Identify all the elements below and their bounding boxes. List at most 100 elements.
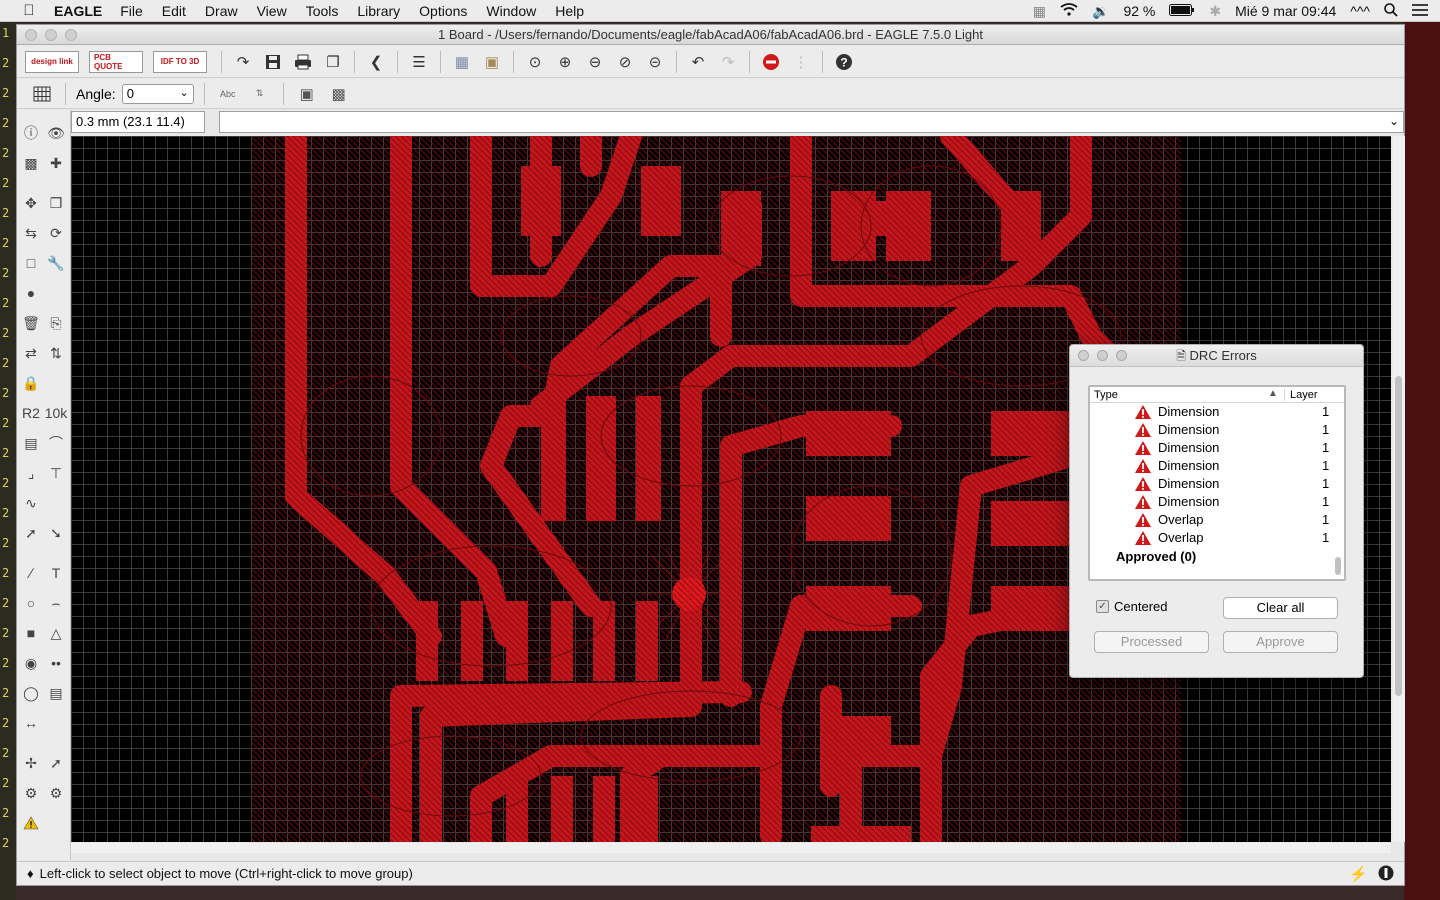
replace-icon[interactable]: ⇄ [20, 342, 42, 364]
arc-icon[interactable]: ⌢ [45, 592, 67, 614]
show-icon[interactable]: 👁 [45, 122, 67, 144]
split-icon[interactable]: ⌟ [20, 462, 42, 484]
signal-icon[interactable]: •• [45, 652, 67, 674]
miter-icon[interactable]: ⌒ [45, 432, 67, 454]
error-row[interactable]: Dimension 1 [1090, 493, 1344, 511]
clock[interactable]: Mié 9 mar 09:44 [1235, 3, 1336, 19]
menu-help[interactable]: Help [555, 3, 584, 19]
vertical-scrollbar[interactable] [1393, 136, 1405, 842]
pinswap-icon[interactable]: ⇅ [45, 342, 67, 364]
lock-icon[interactable]: 🔒 [20, 372, 42, 394]
redraw-icon[interactable]: ⊘ [612, 50, 638, 74]
menu-file[interactable]: File [120, 3, 143, 19]
error-row[interactable]: Overlap 1 [1090, 529, 1344, 547]
approved-group[interactable]: Approved (0) [1116, 549, 1196, 564]
dialog-close-button[interactable] [1078, 350, 1089, 361]
cam-processor-icon[interactable]: ❐ [320, 50, 346, 74]
mark-icon[interactable]: ✚ [45, 152, 67, 174]
horizontal-scrollbar[interactable] [71, 843, 1391, 853]
snap-off-icon[interactable]: ▩ [326, 82, 352, 106]
erc-icon[interactable]: ⚙ [20, 782, 42, 804]
zoom-fit-icon[interactable]: ⊙ [522, 50, 548, 74]
value-icon[interactable]: 10k [45, 402, 68, 424]
zoom-out-icon[interactable]: ⊖ [582, 50, 608, 74]
zoom-in-icon[interactable]: ⊕ [552, 50, 578, 74]
save-icon[interactable] [260, 50, 286, 74]
font-status-icon[interactable]: ▦ [1033, 3, 1046, 20]
grid-icon[interactable] [29, 82, 55, 106]
power-bolt-icon[interactable]: ⚡ [1349, 865, 1368, 885]
text-icon[interactable]: T [45, 562, 67, 584]
redo-icon[interactable]: ↷ [715, 50, 741, 74]
wire-icon[interactable]: ∕ [20, 562, 42, 584]
pcb-quote-button[interactable]: PCB QUOTE [89, 50, 143, 73]
angle-select[interactable]: 0 ⌄ [121, 83, 194, 104]
attribute-icon[interactable]: ▤ [45, 682, 67, 704]
wifi-icon[interactable] [1060, 3, 1078, 19]
error-row[interactable]: Dimension 1 [1090, 457, 1344, 475]
stop-status-icon[interactable] [1378, 865, 1394, 885]
menu-edit[interactable]: Edit [162, 3, 186, 19]
rotate-icon[interactable]: ⟳ [45, 222, 67, 244]
smash-icon[interactable]: ▤ [20, 432, 42, 454]
hole-icon[interactable]: ◯ [20, 682, 42, 704]
mirror-tool-icon[interactable]: ⇆ [20, 222, 42, 244]
idf-to-3d-button[interactable]: IDF TO 3D [153, 50, 207, 73]
dialog-zoom-button[interactable] [1116, 350, 1127, 361]
clear-all-button[interactable]: Clear all [1223, 597, 1338, 619]
snap-on-icon[interactable]: ▣ [294, 82, 320, 106]
via-icon[interactable]: ◉ [20, 652, 42, 674]
processed-button[interactable]: Processed [1094, 631, 1209, 653]
approve-button[interactable]: Approve [1223, 631, 1338, 653]
dimension-icon[interactable]: ↔ [20, 712, 42, 734]
errors-warning-icon[interactable] [20, 812, 42, 834]
polygon-icon[interactable]: △ [45, 622, 67, 644]
name-icon[interactable]: R2 [20, 402, 42, 424]
optimize-icon[interactable]: ⊤ [45, 462, 67, 484]
print-icon[interactable] [290, 50, 316, 74]
list-scrollbar-thumb[interactable] [1335, 557, 1341, 575]
rect-icon[interactable]: ■ [20, 622, 42, 644]
column-header-type[interactable]: Type [1094, 389, 1118, 401]
change-icon[interactable]: 🔧 [45, 252, 67, 274]
mirror-icon[interactable]: Abc [215, 82, 241, 106]
error-row[interactable]: Overlap 1 [1090, 511, 1344, 529]
info-icon[interactable]: ⓘ [20, 122, 42, 144]
design-link-button[interactable]: design link [25, 50, 79, 73]
scrollbar-thumb[interactable] [1395, 376, 1402, 696]
help-icon[interactable]: ? [831, 50, 857, 74]
menu-tools[interactable]: Tools [306, 3, 339, 19]
app-menu-eagle[interactable]: EAGLE [54, 3, 102, 19]
command-line-input[interactable]: ⌄ [219, 111, 1404, 133]
delete-icon[interactable]: 🗑 [20, 312, 42, 334]
copy-icon[interactable]: ❐ [45, 192, 67, 214]
zoom-area-icon[interactable]: ⊝ [642, 50, 668, 74]
paste-icon[interactable]: ● [20, 282, 42, 304]
ratsnest-icon[interactable]: ✢ [20, 752, 42, 774]
error-row[interactable]: Dimension 1 [1090, 439, 1344, 457]
script-icon[interactable]: ❮ [363, 50, 389, 74]
circle-icon[interactable]: ○ [20, 592, 42, 614]
menu-view[interactable]: View [257, 3, 287, 19]
dialog-minimize-button[interactable] [1097, 350, 1108, 361]
zoom-window-button[interactable] [65, 29, 77, 41]
menu-library[interactable]: Library [357, 3, 400, 19]
board-switch-icon[interactable]: ▣ [479, 50, 505, 74]
menu-draw[interactable]: Draw [205, 3, 238, 19]
notification-center-icon[interactable] [1412, 3, 1428, 19]
error-list[interactable]: Type ▲ Layer Dimension 1 Dimension 1 Dimensi… [1088, 385, 1346, 581]
spin-icon[interactable]: ⇅ [247, 82, 273, 106]
column-header-layer[interactable]: Layer [1284, 389, 1318, 401]
open-icon[interactable]: ↷ [230, 50, 256, 74]
go-icon[interactable]: ⋮ [788, 50, 814, 74]
undo-icon[interactable]: ↶ [685, 50, 711, 74]
bluetooth-icon[interactable]: ✱ [1209, 3, 1221, 20]
ulp-icon[interactable]: ☰ [406, 50, 432, 74]
spotlight-search-icon[interactable] [1384, 2, 1398, 20]
close-window-button[interactable] [25, 29, 37, 41]
error-row[interactable]: Dimension 1 [1090, 403, 1344, 421]
sort-arrow-icon[interactable]: ▲ [1268, 388, 1278, 399]
extras-menu[interactable]: ^^^ [1350, 3, 1370, 19]
apple-menu-icon[interactable]:  [14, 2, 44, 19]
drc-icon[interactable]: ⚙ [45, 782, 67, 804]
